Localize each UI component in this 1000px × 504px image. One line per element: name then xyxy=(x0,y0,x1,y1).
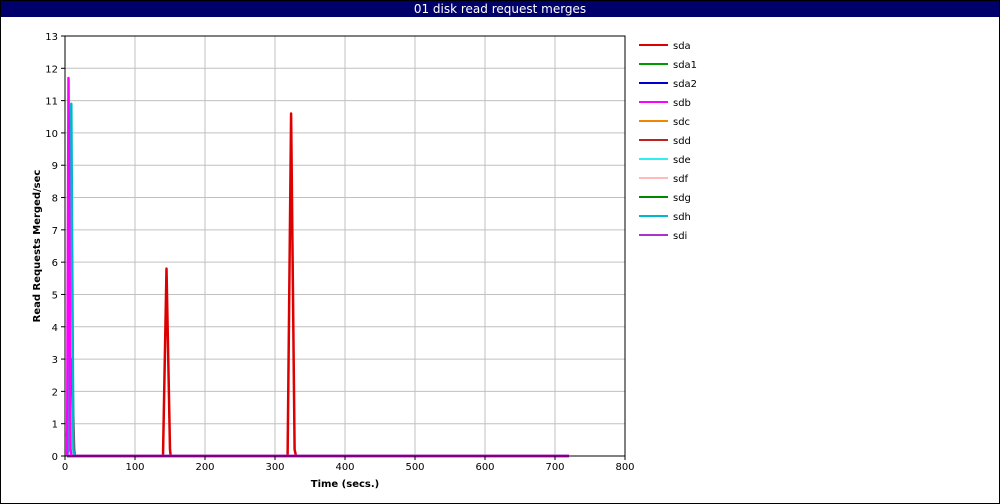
series-line-sdb xyxy=(65,76,569,458)
y-tick-label: 0 xyxy=(52,452,58,463)
legend-label-sdf: sdf xyxy=(673,174,689,185)
x-tick-label: 700 xyxy=(545,462,564,473)
legend-label-sdh: sdh xyxy=(673,212,691,223)
legend-label-sde: sde xyxy=(673,155,691,166)
legend-label-sda: sda xyxy=(673,41,691,52)
x-tick-label: 100 xyxy=(125,462,144,473)
x-tick-label: 400 xyxy=(335,462,354,473)
y-tick-label: 5 xyxy=(52,290,58,301)
y-tick-label: 7 xyxy=(52,226,58,237)
x-tick-label: 600 xyxy=(475,462,494,473)
y-tick-label: 4 xyxy=(52,323,58,334)
y-tick-label: 3 xyxy=(52,355,58,366)
legend-label-sdd: sdd xyxy=(673,136,691,147)
series-line-sdh xyxy=(65,102,569,458)
x-tick-label: 500 xyxy=(405,462,424,473)
legend-label-sda2: sda2 xyxy=(673,79,697,90)
x-tick-label: 0 xyxy=(62,462,68,473)
y-tick-label: 6 xyxy=(52,258,58,269)
legend: sda sda1 sda2 sdb sdc sdd sde sdf sdg sdh sdi xyxy=(639,41,697,242)
x-tick-label: 200 xyxy=(195,462,214,473)
y-tick-label: 13 xyxy=(45,32,58,43)
y-tick-label: 8 xyxy=(52,194,58,205)
y-tick-label: 9 xyxy=(52,161,58,172)
grid xyxy=(65,36,625,456)
legend-label-sdb: sdb xyxy=(673,98,691,109)
axis-ticks: 0 100 200 300 400 500 600 700 800012345678910111… xyxy=(45,32,634,473)
series-layer xyxy=(65,76,569,458)
y-axis-label: Read Requests Merged/sec xyxy=(32,170,43,323)
y-tick-label: 11 xyxy=(45,97,58,108)
y-tick-label: 12 xyxy=(45,64,58,75)
y-tick-label: 2 xyxy=(52,387,58,398)
y-tick-label: 1 xyxy=(52,420,58,431)
legend-label-sda1: sda1 xyxy=(673,60,697,71)
legend-label-sdc: sdc xyxy=(673,117,690,128)
chart-window: 01 disk read request merges 0 100 200 300 40… xyxy=(0,0,1000,504)
legend-label-sdg: sdg xyxy=(673,193,691,204)
y-tick-label: 10 xyxy=(45,129,58,140)
x-axis-label: Time (secs.) xyxy=(311,479,380,490)
x-tick-label: 300 xyxy=(265,462,284,473)
legend-label-sdi: sdi xyxy=(673,231,687,242)
x-tick-label: 800 xyxy=(615,462,634,473)
chart-canvas: 0 100 200 300 400 500 600 700 800012345678910111… xyxy=(32,32,697,490)
